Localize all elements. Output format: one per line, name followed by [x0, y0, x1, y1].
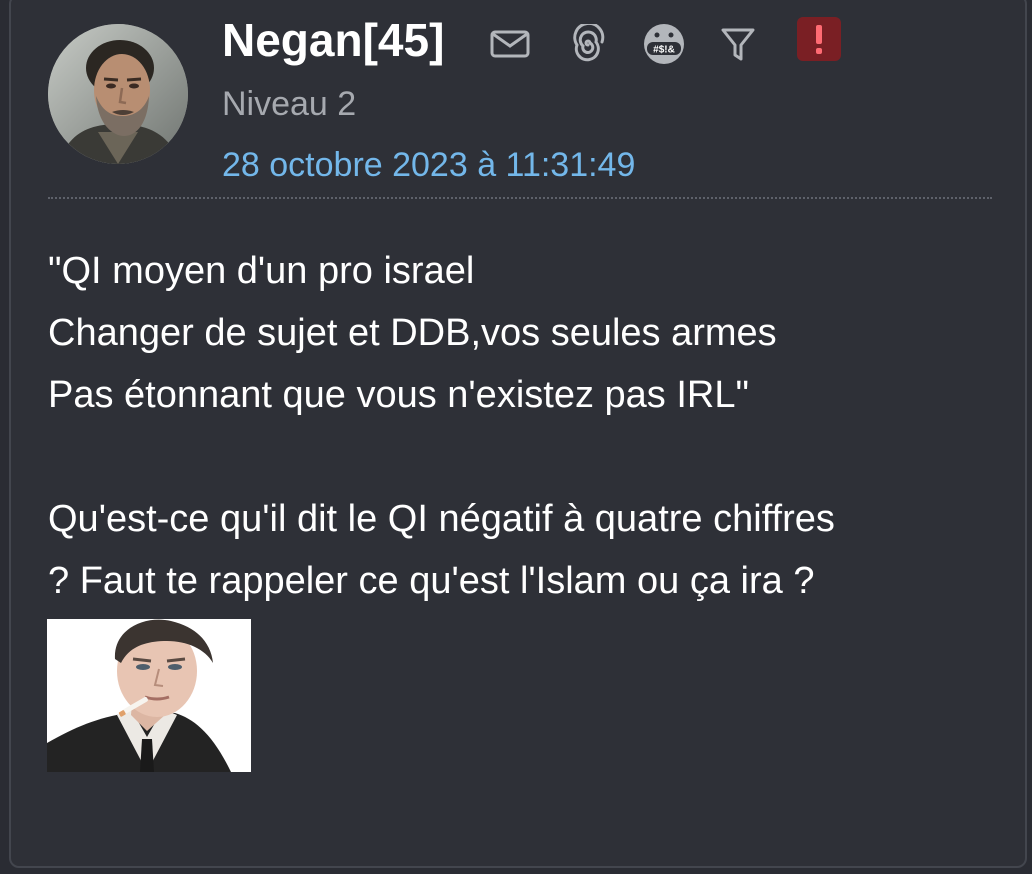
envelope-icon[interactable]: [488, 22, 532, 66]
quoted-text: "QI moyen d'un pro israel Changer de suj…: [48, 240, 777, 426]
avatar-photo: [48, 24, 188, 164]
username-link[interactable]: Negan[45]: [222, 12, 444, 68]
meme-photo: [47, 619, 251, 772]
embedded-meme-image[interactable]: [47, 619, 251, 772]
funnel-icon[interactable]: [716, 22, 760, 66]
header-divider: [48, 197, 992, 199]
svg-text:#$!&: #$!&: [653, 45, 675, 56]
post-date-link[interactable]: 28 octobre 2023 à 11:31:49: [222, 145, 635, 185]
quote-line: "QI moyen d'un pro israel: [48, 250, 475, 292]
reply-line: Qu'est-ce qu'il dit le QI négatif à quat…: [48, 498, 835, 540]
user-level: Niveau 2: [222, 85, 357, 123]
reply-line: ? Faut te rappeler ce qu'est l'Islam ou …: [48, 560, 815, 602]
quote-line: Changer de sujet et DDB,vos seules armes: [48, 312, 777, 354]
reply-text: Qu'est-ce qu'il dit le QI négatif à quat…: [48, 488, 835, 612]
spiral-icon[interactable]: [566, 22, 610, 66]
quote-line: Pas étonnant que vous n'existez pas IRL": [48, 374, 749, 416]
censored-emoji-icon[interactable]: #$!&: [642, 22, 686, 66]
exclamation-icon[interactable]: [796, 16, 842, 62]
avatar[interactable]: [48, 24, 188, 164]
